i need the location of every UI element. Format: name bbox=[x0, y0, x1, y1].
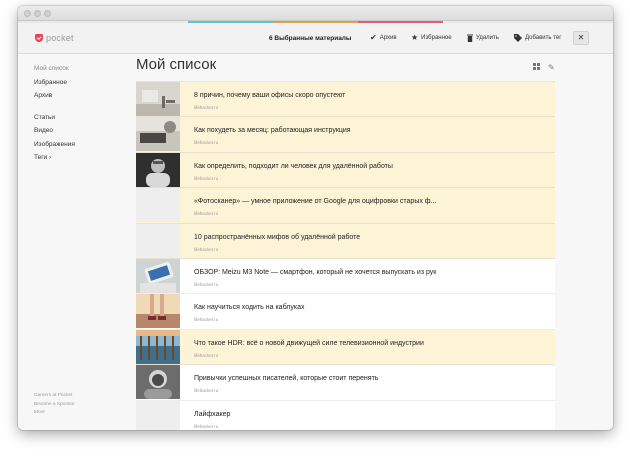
sidebar-item-tags[interactable]: Теги › bbox=[34, 151, 124, 165]
sidebar-item-my-list[interactable]: Мой список bbox=[34, 62, 124, 76]
article-title[interactable]: Как определить, подходит ли человек для … bbox=[194, 163, 393, 170]
selection-toolbar: pocket 6 Выбранные материалы ✔ Архив ★ И… bbox=[18, 23, 613, 54]
article-title[interactable]: Как похудеть за месяц: работающая инстру… bbox=[194, 127, 351, 134]
article-domain: lifehacker.ru bbox=[194, 105, 219, 110]
pencil-icon[interactable]: ✎ bbox=[548, 63, 555, 72]
article-title[interactable]: Лайфхакер bbox=[194, 411, 230, 418]
sidebar-item-archive[interactable]: Архив bbox=[34, 89, 124, 103]
article-thumbnail[interactable] bbox=[136, 117, 180, 152]
article-title[interactable]: Привычки успешных писателей, которые сто… bbox=[194, 375, 378, 382]
article-domain: lifehacker.ru bbox=[194, 388, 219, 394]
sidebar: Мой список Избранное Архив Статьи Видео … bbox=[34, 62, 124, 165]
more-link[interactable]: More bbox=[34, 409, 75, 418]
careers-link[interactable]: Careers at Pocket bbox=[34, 392, 75, 401]
add-tag-label: Добавить тег bbox=[525, 35, 562, 41]
article-domain: lifehacker.ru bbox=[194, 352, 219, 358]
archive-button[interactable]: ✔ Архив bbox=[370, 34, 397, 42]
list-item[interactable]: Лайфхакер lifehacker.ru bbox=[136, 400, 555, 430]
article-domain: lifehacker.ru bbox=[194, 175, 219, 181]
favorite-button[interactable]: ★ Избранное bbox=[411, 34, 452, 42]
article-domain: lifehacker.ru bbox=[194, 423, 219, 429]
article-thumbnail[interactable] bbox=[136, 152, 180, 187]
pocket-logo[interactable]: pocket bbox=[35, 33, 74, 43]
pocket-logo-icon bbox=[35, 34, 43, 42]
article-thumbnail[interactable] bbox=[136, 82, 180, 116]
list-item[interactable]: 8 причин, почему ваши офисы скоро опусте… bbox=[136, 82, 555, 118]
article-title[interactable]: «Фотосканер» — умное приложение от Googl… bbox=[194, 198, 436, 205]
article-title[interactable]: Что такое HDR: всё о новой движущей силе… bbox=[194, 340, 424, 347]
sidebar-item-images[interactable]: Изображения bbox=[34, 138, 124, 152]
article-thumbnail[interactable] bbox=[136, 329, 180, 364]
sidebar-item-favorites[interactable]: Избранное bbox=[34, 76, 124, 90]
delete-button[interactable]: Удалить bbox=[467, 34, 499, 42]
minimize-window-button[interactable] bbox=[34, 10, 41, 17]
window-titlebar bbox=[18, 6, 613, 21]
article-domain: lifehacker.ru bbox=[194, 281, 219, 287]
tag-icon bbox=[514, 34, 522, 42]
favorite-label: Избранное bbox=[421, 35, 452, 41]
close-icon: ✕ bbox=[577, 33, 585, 42]
sidebar-item-articles[interactable]: Статьи bbox=[34, 111, 124, 125]
sidebar-footer: Careers at Pocket Become a Sponsor More bbox=[34, 392, 75, 418]
archive-label: Архив bbox=[379, 35, 397, 41]
list-item[interactable]: Как научиться ходить на каблуках lifehack… bbox=[136, 294, 555, 330]
article-title[interactable]: ОБЗОР: Meizu M3 Note — смартфон, который… bbox=[194, 269, 436, 276]
page-title: Мой список bbox=[136, 56, 217, 73]
sponsor-link[interactable]: Become a Sponsor bbox=[34, 401, 75, 410]
article-thumbnail[interactable] bbox=[136, 188, 180, 223]
article-title[interactable]: Как научиться ходить на каблуках bbox=[194, 304, 304, 311]
grid-view-icon[interactable] bbox=[533, 63, 540, 72]
article-title[interactable]: 8 причин, почему ваши офисы скоро опусте… bbox=[194, 92, 345, 99]
list-item[interactable]: «Фотосканер» — умное приложение от Googl… bbox=[136, 188, 555, 224]
sidebar-item-videos[interactable]: Видео bbox=[34, 124, 124, 138]
article-thumbnail[interactable] bbox=[136, 400, 180, 430]
article-domain: lifehacker.ru bbox=[194, 246, 219, 252]
logo-text: pocket bbox=[46, 33, 74, 43]
check-icon: ✔ bbox=[370, 33, 377, 42]
article-domain: lifehacker.ru bbox=[194, 211, 219, 217]
star-icon: ★ bbox=[411, 33, 419, 42]
article-thumbnail[interactable] bbox=[136, 294, 180, 329]
selection-count: 6 Выбранные материалы bbox=[269, 35, 352, 42]
zoom-window-button[interactable] bbox=[44, 10, 51, 17]
list-item[interactable]: Что такое HDR: всё о новой движущей силе… bbox=[136, 329, 555, 366]
list-item[interactable]: 10 распространённых мифов об удалённой р… bbox=[136, 223, 555, 259]
list-item[interactable]: Привычки успешных писателей, которые сто… bbox=[136, 365, 555, 401]
article-list: 8 причин, почему ваши офисы скоро опусте… bbox=[136, 81, 555, 430]
clear-selection-button[interactable]: ✕ bbox=[573, 31, 589, 45]
article-domain: lifehacker.ru bbox=[194, 317, 219, 323]
article-thumbnail[interactable] bbox=[136, 258, 180, 293]
list-item[interactable]: Как определить, подходит ли человек для … bbox=[136, 152, 555, 189]
delete-label: Удалить bbox=[476, 35, 499, 41]
article-domain: lifehacker.ru bbox=[194, 140, 219, 146]
list-item[interactable]: ОБЗОР: Meizu M3 Note — смартфон, который… bbox=[136, 258, 555, 295]
add-tag-button[interactable]: Добавить тег bbox=[514, 34, 561, 42]
close-window-button[interactable] bbox=[24, 10, 31, 17]
article-thumbnail[interactable] bbox=[136, 223, 180, 258]
list-item[interactable]: Как похудеть за месяц: работающая инстру… bbox=[136, 117, 555, 153]
article-thumbnail[interactable] bbox=[136, 365, 180, 400]
article-title[interactable]: 10 распространённых мифов об удалённой р… bbox=[194, 234, 360, 241]
app-window: pocket 6 Выбранные материалы ✔ Архив ★ И… bbox=[18, 6, 613, 430]
trash-icon bbox=[467, 34, 473, 42]
